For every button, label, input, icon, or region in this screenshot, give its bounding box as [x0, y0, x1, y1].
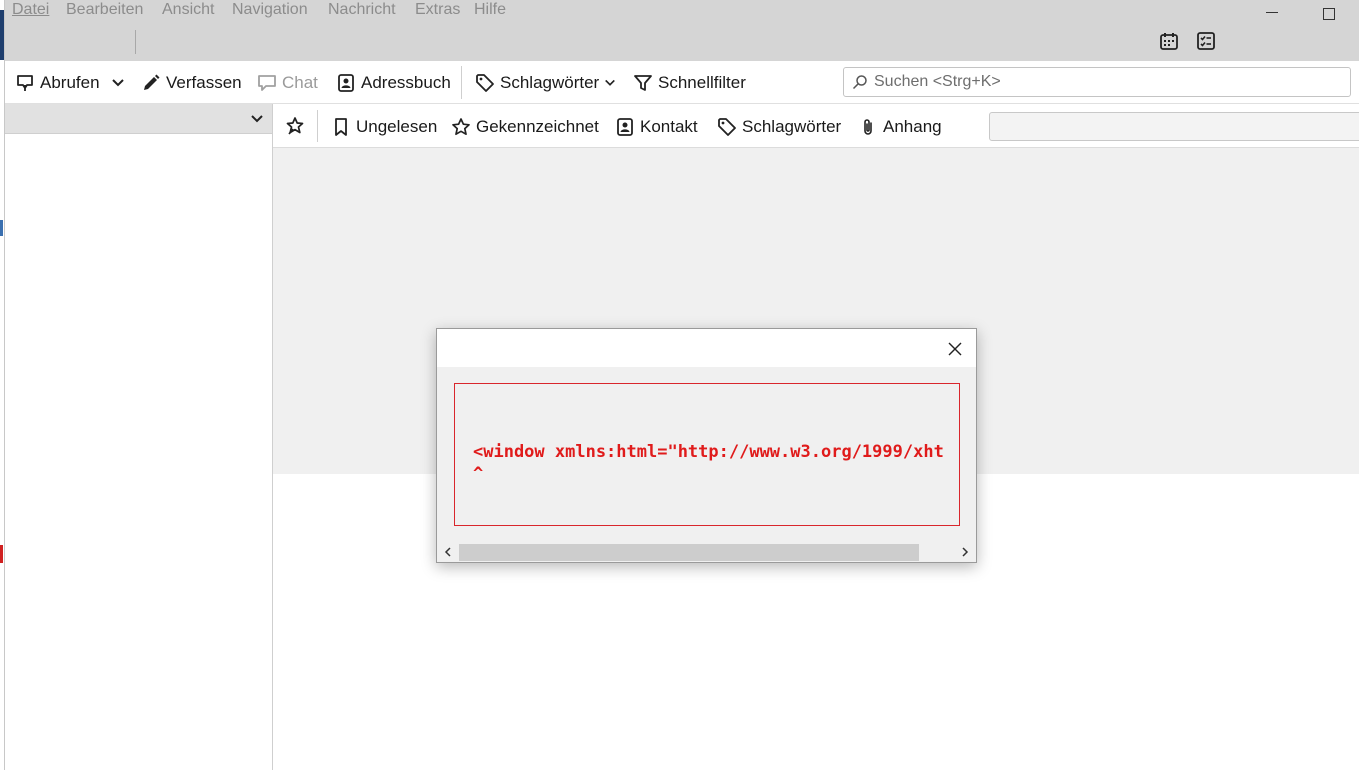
chat-button[interactable]: Chat: [257, 71, 318, 95]
error-caret-line: ^: [473, 464, 484, 484]
filter-icon: [634, 75, 652, 91]
filter-contact-button[interactable]: Kontakt: [615, 115, 698, 139]
tag-icon: [718, 118, 736, 136]
search-icon: [852, 75, 867, 90]
download-icon: [17, 75, 33, 91]
quick-filter-bar: Ungelesen Gekennzeichnet Kontakt Schlagw…: [273, 104, 1359, 148]
toolbar-separator: [461, 66, 462, 99]
filter-attachment-button[interactable]: Anhang: [858, 115, 942, 139]
filter-unread-button[interactable]: Ungelesen: [331, 115, 437, 139]
menu-item-message[interactable]: Nachricht: [328, 0, 396, 20]
filter-tags-button[interactable]: Schlagwörter: [717, 115, 841, 139]
search-placeholder: Suchen <Strg+K>: [874, 73, 1001, 90]
compose-button[interactable]: Verfassen: [141, 71, 242, 95]
folder-mode-select[interactable]: [5, 104, 272, 134]
folder-pane: [5, 104, 273, 770]
menu-item-navigation[interactable]: Navigation: [232, 0, 308, 20]
close-icon[interactable]: [945, 339, 965, 359]
filter-starred-label: Gekennzeichnet: [476, 117, 599, 136]
error-message-box: <window xmlns:html="http://www.w3.org/19…: [454, 383, 960, 526]
filter-contact-label: Kontakt: [640, 117, 698, 136]
chevron-down-icon[interactable]: [111, 76, 125, 90]
menu-bar: Datei Bearbeiten Ansicht Navigation Nach…: [5, 0, 1359, 22]
tags-button[interactable]: Schlagwörter: [475, 71, 616, 95]
filter-attachment-label: Anhang: [883, 117, 942, 136]
sticky-pin-icon[interactable]: [285, 116, 305, 136]
tasks-icon[interactable]: [1196, 31, 1216, 51]
filter-separator: [317, 110, 318, 142]
filter-tags-label: Schlagwörter: [742, 117, 842, 136]
get-messages-label: Abrufen: [40, 73, 100, 92]
filter-text-input[interactable]: [989, 112, 1359, 141]
error-source-line: <window xmlns:html="http://www.w3.org/19…: [473, 442, 944, 462]
chat-icon: [258, 75, 276, 91]
contact-icon: [617, 118, 633, 136]
menu-item-file[interactable]: Datei: [12, 0, 49, 20]
main-toolbar: Abrufen Verfassen Chat Adressbuch Schlag…: [5, 61, 1359, 104]
menu-item-help[interactable]: Hilfe: [474, 0, 506, 20]
get-messages-button[interactable]: Abrufen: [15, 71, 100, 95]
filter-starred-button[interactable]: Gekennzeichnet: [451, 115, 599, 139]
menu-item-view[interactable]: Ansicht: [162, 0, 214, 20]
compose-label: Verfassen: [166, 73, 242, 92]
horizontal-scrollbar[interactable]: [438, 543, 975, 562]
filter-unread-label: Ungelesen: [356, 117, 438, 136]
quick-filter-button[interactable]: Schnellfilter: [633, 71, 746, 95]
tab-separator: [135, 30, 136, 54]
maximize-button[interactable]: [1323, 8, 1335, 20]
scrollbar-thumb[interactable]: [459, 544, 919, 561]
xml-parse-error-dialog: <window xmlns:html="http://www.w3.org/19…: [436, 328, 977, 563]
tag-icon: [476, 74, 494, 92]
chevron-down-icon: [251, 115, 263, 123]
address-book-label: Adressbuch: [361, 73, 451, 92]
address-book-icon: [338, 74, 354, 92]
calendar-icon[interactable]: [1159, 31, 1179, 51]
chat-label: Chat: [282, 73, 318, 92]
dialog-title-bar: [437, 329, 976, 367]
pencil-icon: [144, 74, 160, 90]
search-input[interactable]: Suchen <Strg+K>: [843, 67, 1351, 97]
menu-item-tools[interactable]: Extras: [415, 0, 460, 20]
minimize-button[interactable]: [1266, 12, 1278, 13]
quick-filter-label: Schnellfilter: [658, 73, 746, 92]
tab-bar: [5, 22, 1359, 61]
tags-label: Schlagwörter: [500, 73, 600, 92]
paperclip-icon: [864, 119, 872, 135]
star-icon: [452, 118, 470, 136]
address-book-button[interactable]: Adressbuch: [336, 71, 451, 95]
scroll-left-icon[interactable]: [442, 546, 454, 558]
menu-item-edit[interactable]: Bearbeiten: [66, 0, 143, 20]
chevron-down-icon: [605, 79, 616, 86]
scroll-right-icon[interactable]: [959, 546, 971, 558]
bookmark-icon: [335, 118, 347, 136]
